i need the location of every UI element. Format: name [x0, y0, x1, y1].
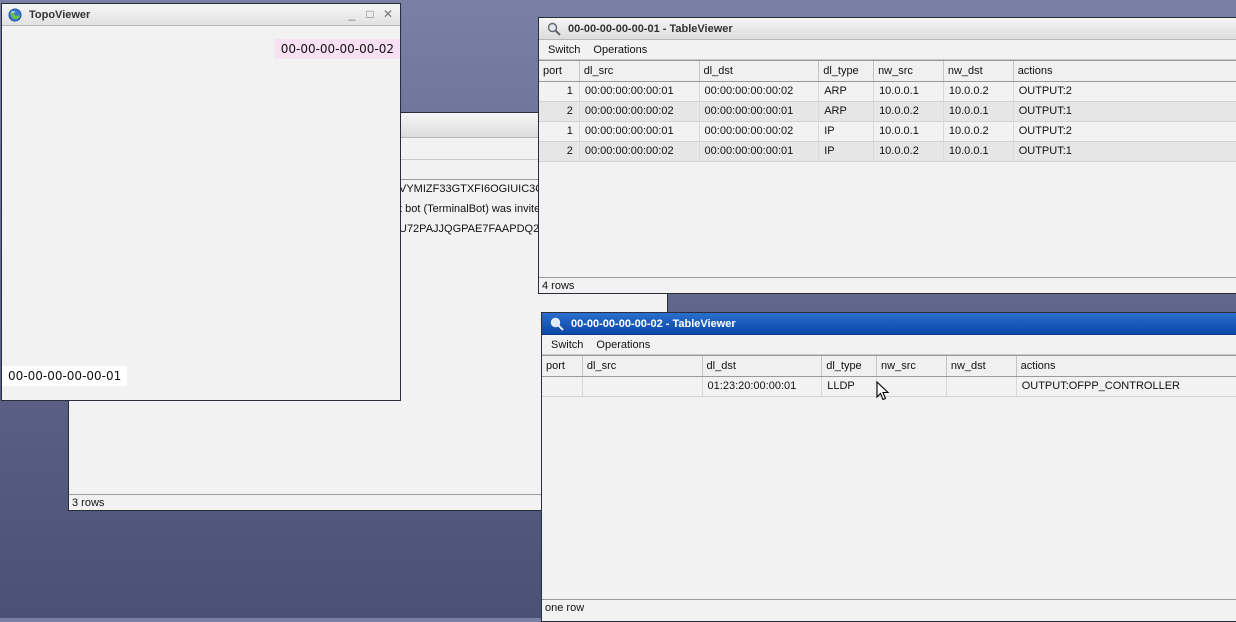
- cell-dl-src: 00:00:00:00:00:02: [580, 142, 700, 161]
- cell-port: 2: [539, 102, 580, 121]
- cell-dl-type: IP: [819, 142, 875, 161]
- cell-nw-dst: 10.0.0.1: [944, 102, 1014, 121]
- column-header-nw-src[interactable]: nw_src: [877, 356, 947, 376]
- cell-port: 1: [539, 82, 580, 101]
- column-header-nw-src[interactable]: nw_src: [874, 61, 944, 81]
- cell-nw-src: 10.0.0.2: [874, 142, 944, 161]
- tableviewer-02-status-bar: one row: [542, 599, 1236, 615]
- cell-dl-type: ARP: [819, 82, 875, 101]
- column-header-port[interactable]: port: [539, 61, 580, 81]
- column-header-dl-src[interactable]: dl_src: [583, 356, 703, 376]
- topology-canvas[interactable]: 00-00-00-00-00-02 00-00-00-00-00-01: [2, 26, 400, 400]
- column-header-port[interactable]: port: [542, 356, 583, 376]
- tableviewer-01-titlebar[interactable]: 00-00-00-00-00-01 - TableViewer: [539, 18, 1236, 40]
- cell-actions: OUTPUT:1: [1014, 142, 1236, 161]
- cell-actions: OUTPUT:1: [1014, 102, 1236, 121]
- tableviewer-01-title: 00-00-00-00-00-01 - TableViewer: [568, 22, 733, 35]
- close-button[interactable]: ✕: [382, 8, 394, 20]
- menu-operations[interactable]: Operations: [588, 44, 655, 56]
- cell-dl-dst: 00:00:00:00:00:01: [700, 142, 820, 161]
- table-row[interactable]: 2 00:00:00:00:00:02 00:00:00:00:00:01 IP…: [539, 142, 1236, 162]
- column-header-nw-dst[interactable]: nw_dst: [947, 356, 1017, 376]
- column-header-actions[interactable]: actions: [1014, 61, 1236, 81]
- column-header-nw-dst[interactable]: nw_dst: [944, 61, 1014, 81]
- cell-dl-src: 00:00:00:00:00:01: [580, 82, 700, 101]
- minimize-button[interactable]: _: [346, 8, 358, 20]
- cell-nw-src: 10.0.0.1: [874, 122, 944, 141]
- cell-nw-dst: 10.0.0.1: [944, 142, 1014, 161]
- cell-nw-src: 10.0.0.2: [874, 102, 944, 121]
- cell-actions: OUTPUT:OFPP_CONTROLLER: [1017, 377, 1236, 396]
- table-header: port dl_src dl_dst dl_type nw_src nw_dst…: [542, 355, 1236, 377]
- column-header-dl-dst[interactable]: dl_dst: [700, 61, 820, 81]
- background-row-count: 3 rows: [72, 497, 105, 509]
- mouse-pointer-icon: [876, 381, 890, 401]
- globe-icon: [8, 8, 22, 21]
- topoviewer-title: TopoViewer: [29, 8, 91, 21]
- menu-operations[interactable]: Operations: [591, 339, 658, 351]
- row-count: one row: [545, 602, 585, 614]
- column-header-actions[interactable]: actions: [1017, 356, 1236, 376]
- cell-port: [542, 377, 583, 396]
- cell-dl-dst: 00:00:00:00:00:02: [700, 82, 820, 101]
- column-header-dl-dst[interactable]: dl_dst: [703, 356, 823, 376]
- table-row[interactable]: 1 00:00:00:00:00:01 00:00:00:00:00:02 AR…: [539, 82, 1236, 102]
- magnifier-icon: [550, 317, 564, 331]
- column-header-dl-type[interactable]: dl_type: [822, 356, 878, 376]
- cell-dl-dst: 01:23:20:00:00:01: [703, 377, 823, 396]
- maximize-button[interactable]: □: [364, 8, 376, 20]
- background-fragment-3: U72PAJJQGPAE7FAAPDQ2: [399, 223, 540, 235]
- cell-dl-dst: 00:00:00:00:00:01: [700, 102, 820, 121]
- tableviewer-01-window[interactable]: 00-00-00-00-00-01 - TableViewer Switch O…: [538, 17, 1236, 294]
- menu-switch[interactable]: Switch: [546, 339, 591, 351]
- cell-dl-type: ARP: [819, 102, 875, 121]
- switch-node-02[interactable]: 00-00-00-00-00-02: [274, 39, 400, 59]
- background-fragment-2: t bot (TerminalBot) was invited: [399, 203, 547, 215]
- tableviewer-02-titlebar[interactable]: 00-00-00-00-00-02 - TableViewer: [542, 313, 1236, 335]
- menu-switch[interactable]: Switch: [543, 44, 588, 56]
- column-header-dl-type[interactable]: dl_type: [819, 61, 875, 81]
- cell-dl-src: 00:00:00:00:00:02: [580, 102, 700, 121]
- cell-dl-src: [583, 377, 703, 396]
- cell-dl-type: IP: [819, 122, 875, 141]
- tableviewer-02-window[interactable]: 00-00-00-00-00-02 - TableViewer Switch O…: [541, 312, 1236, 622]
- topoviewer-window[interactable]: TopoViewer _ □ ✕ 00-00-00-00-00-02 00-00…: [1, 3, 401, 401]
- tableviewer-02-menubar: Switch Operations: [542, 335, 1236, 355]
- magnifier-icon: [547, 22, 561, 36]
- cell-actions: OUTPUT:2: [1014, 122, 1236, 141]
- cell-actions: OUTPUT:2: [1014, 82, 1236, 101]
- table-row[interactable]: 1 00:00:00:00:00:01 00:00:00:00:00:02 IP…: [539, 122, 1236, 142]
- column-header-dl-src[interactable]: dl_src: [580, 61, 700, 81]
- cell-nw-dst: 10.0.0.2: [944, 122, 1014, 141]
- cell-dl-dst: 00:00:00:00:00:02: [700, 122, 820, 141]
- cell-port: 1: [539, 122, 580, 141]
- table-row[interactable]: 2 00:00:00:00:00:02 00:00:00:00:00:01 AR…: [539, 102, 1236, 122]
- background-fragment-1: VYMIZF33GTXFI6OGIUIC3O: [399, 183, 544, 195]
- cell-dl-type: LLDP: [822, 377, 878, 396]
- cell-nw-src: 10.0.0.1: [874, 82, 944, 101]
- row-count: 4 rows: [542, 280, 575, 292]
- flow-table-01: port dl_src dl_dst dl_type nw_src nw_dst…: [539, 60, 1236, 162]
- cell-nw-dst: [947, 377, 1017, 396]
- cell-nw-dst: 10.0.0.2: [944, 82, 1014, 101]
- topoviewer-window-controls: _ □ ✕: [346, 8, 394, 20]
- tableviewer-01-status-bar: 4 rows: [539, 277, 1236, 293]
- switch-node-01[interactable]: 00-00-00-00-00-01: [2, 366, 128, 386]
- cell-port: 2: [539, 142, 580, 161]
- cell-dl-src: 00:00:00:00:00:01: [580, 122, 700, 141]
- tableviewer-02-title: 00-00-00-00-00-02 - TableViewer: [571, 317, 736, 330]
- topoviewer-titlebar[interactable]: TopoViewer _ □ ✕: [2, 4, 400, 26]
- tableviewer-01-menubar: Switch Operations: [539, 40, 1236, 60]
- table-header: port dl_src dl_dst dl_type nw_src nw_dst…: [539, 60, 1236, 82]
